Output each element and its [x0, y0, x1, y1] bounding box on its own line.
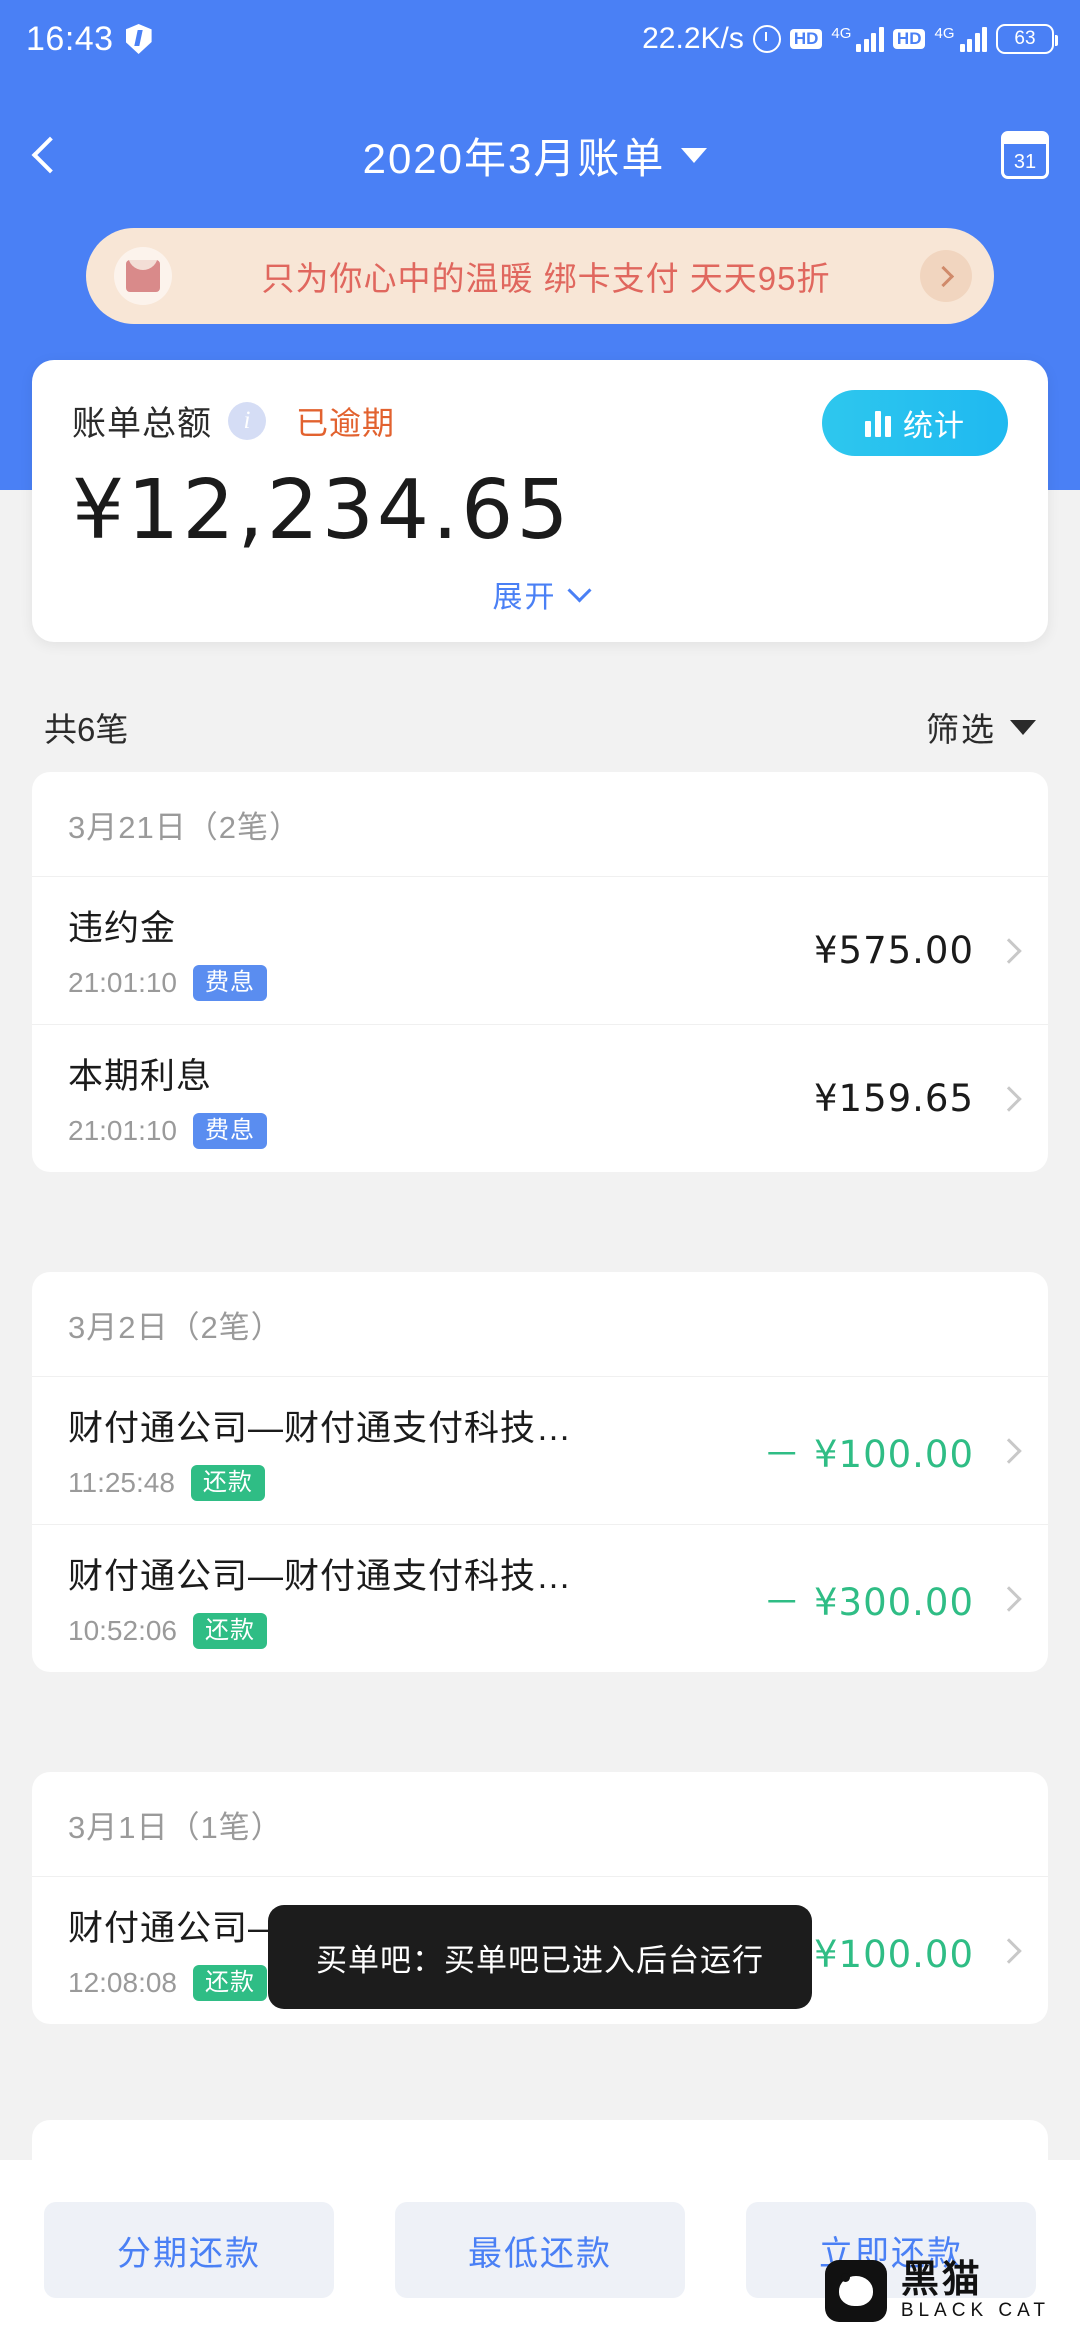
transaction-title: 财付通公司—财付通支付科技… [68, 1556, 573, 1596]
battery-percent: 63 [1014, 28, 1036, 49]
back-button[interactable] [0, 110, 100, 200]
transaction-title: 财付通公司—财付通支付科技… [68, 1408, 573, 1448]
transaction-amount: ¥159.65 [813, 1077, 974, 1120]
alarm-icon [752, 25, 781, 53]
transaction-row[interactable]: 财付通公司—财付通支付科技… 10:52:06 还款 － ¥300.00 [32, 1524, 1048, 1672]
transaction-group: 3月21日（2笔） 违约金 21:01:10 费息 ¥575.00 本期利息 2… [32, 772, 1048, 1172]
calendar-button[interactable]: 31 [970, 110, 1080, 200]
transaction-amount: － ¥300.00 [763, 1580, 974, 1624]
filter-label: 筛选 [926, 711, 996, 748]
battery-icon: 63 [996, 24, 1058, 54]
transaction-time: 21:01:10 [68, 966, 177, 998]
transaction-amount: － ¥100.00 [763, 1432, 974, 1476]
status-clock: 16:43 [26, 19, 114, 58]
transaction-row[interactable]: 财付通公司—财付通支付科技… 11:25:48 还款 － ¥100.00 [32, 1376, 1048, 1524]
transaction-time: 21:01:10 [68, 1114, 177, 1146]
group-header: 3月1日（1笔） [68, 1809, 283, 1845]
transaction-tag: 还款 [190, 1464, 265, 1502]
chevron-right-icon [996, 1585, 1022, 1612]
list-toolbar: 共6笔 筛选 [0, 690, 1080, 764]
status-bar: 16:43 22.2K/s HD 4G HD 4G 63 [0, 0, 1080, 78]
status-bar-right: 22.2K/s HD 4G HD 4G 63 [642, 22, 1058, 56]
minimum-repay-button[interactable]: 最低还款 [395, 2202, 685, 2298]
promo-banner-text: 只为你心中的温暖 绑卡支付 天天95折 [261, 260, 831, 297]
chevron-right-icon[interactable] [920, 250, 972, 302]
transaction-title: 违约金 [68, 908, 177, 948]
triangle-down-icon [1010, 719, 1036, 735]
chevron-down-icon [681, 147, 708, 163]
chevron-right-icon [996, 937, 1022, 964]
expand-label: 展开 [492, 581, 557, 614]
black-cat-logo-icon [824, 2260, 887, 2322]
watermark-en: BLACK CAT [900, 2299, 1050, 2321]
chevron-right-icon [996, 1437, 1022, 1464]
transaction-count: 共6笔 [44, 711, 129, 748]
transaction-row[interactable]: 违约金 21:01:10 费息 ¥575.00 [32, 876, 1048, 1024]
bill-total-amount: ¥12,234.65 [72, 463, 572, 558]
status-badge: 已逾期 [296, 404, 396, 441]
phone-screen: 16:43 22.2K/s HD 4G HD 4G 63 2020年3月账单 3… [0, 0, 1080, 2340]
network-speed: 22.2K/s [642, 22, 744, 55]
watermark: 黑猫 BLACK CAT [824, 2259, 1050, 2322]
chevron-right-icon [996, 1937, 1022, 1964]
signal-bars-2 [959, 26, 987, 52]
statistics-button-label: 统计 [903, 410, 965, 443]
bar-chart-icon [865, 409, 891, 437]
group-header: 3月21日（2笔） [68, 809, 301, 845]
network-type-1: 4G [831, 25, 852, 42]
page-title: 2020年3月账单 [362, 134, 666, 182]
summary-label: 账单总额 [72, 405, 212, 443]
hd-badge-2: HD [892, 28, 926, 50]
shield-icon [125, 24, 152, 54]
transaction-group: 3月2日（2笔） 财付通公司—财付通支付科技… 11:25:48 还款 － ¥1… [32, 1272, 1048, 1672]
title-bar: 2020年3月账单 31 [0, 110, 1080, 200]
signal-bars-1 [856, 26, 884, 52]
watermark-cn: 黑猫 [900, 2259, 983, 2302]
calendar-day-label: 31 [1013, 151, 1037, 173]
back-chevron-icon [31, 136, 69, 174]
group-header: 3月2日（2笔） [68, 1309, 283, 1345]
transaction-tag: 费息 [193, 1112, 267, 1150]
filter-button[interactable]: 筛选 [926, 703, 1036, 751]
transaction-amount: ¥575.00 [813, 929, 974, 972]
transaction-tag: 费息 [193, 964, 267, 1002]
installment-repay-button[interactable]: 分期还款 [44, 2202, 334, 2298]
statistics-button[interactable]: 统计 [822, 390, 1008, 456]
title-dropdown[interactable]: 2020年3月账单 [100, 125, 970, 186]
toast-message: 买单吧：买单吧已进入后台运行 [268, 1905, 812, 2009]
info-icon[interactable]: i [228, 401, 266, 440]
chevron-down-icon [566, 577, 592, 603]
transaction-row[interactable]: 本期利息 21:01:10 费息 ¥159.65 [32, 1024, 1048, 1172]
hd-badge-1: HD [789, 28, 823, 50]
transaction-time: 11:25:48 [68, 1466, 175, 1498]
info-glyph: i [243, 406, 251, 434]
transaction-time: 12:08:08 [68, 1966, 177, 1998]
chevron-right-icon [996, 1085, 1022, 1112]
status-bar-left: 16:43 [26, 20, 152, 59]
transaction-title: 本期利息 [68, 1056, 213, 1096]
network-type-2: 4G [934, 25, 955, 42]
transaction-tag: 还款 [193, 1612, 267, 1650]
red-envelope-icon [114, 247, 172, 305]
promo-banner[interactable]: 只为你心中的温暖 绑卡支付 天天95折 [86, 228, 994, 324]
calendar-icon: 31 [1001, 131, 1049, 179]
transaction-tag: 还款 [193, 1964, 267, 2002]
transaction-time: 10:52:06 [68, 1614, 177, 1646]
expand-button[interactable]: 展开 [72, 572, 1008, 616]
bill-summary-card: 账单总额 i 已逾期 统计 ¥12,234.65 展开 [32, 360, 1048, 642]
